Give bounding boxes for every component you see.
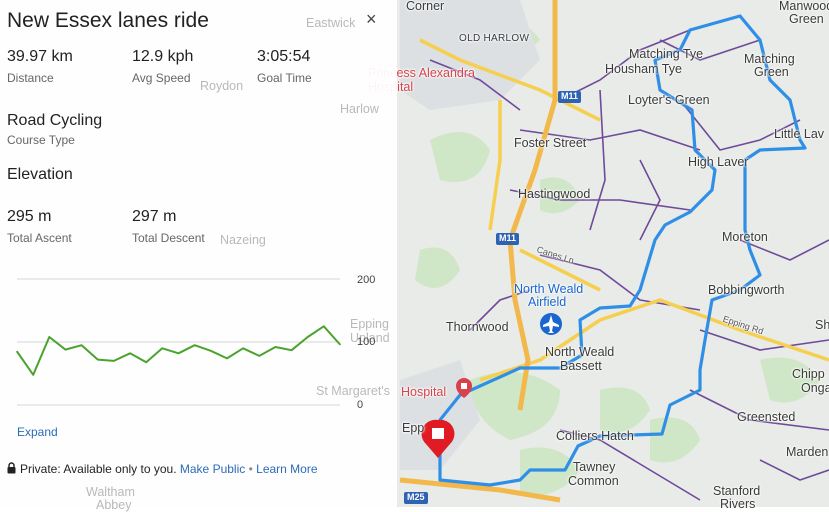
course-type: Road Cycling Course Type xyxy=(7,112,102,147)
stat-label: Goal Time xyxy=(257,71,312,85)
elevation-point xyxy=(226,357,228,360)
map-place-label: Roydon xyxy=(200,79,244,93)
map-place-label: North Weald xyxy=(514,282,584,296)
elevation-heading: Elevation xyxy=(7,166,73,183)
elevation-point xyxy=(306,336,309,338)
map-place-label: Epp xyxy=(402,421,425,435)
map-place-label: Abbey xyxy=(96,498,132,512)
elevation-point xyxy=(145,361,147,363)
stat-label: Total Descent xyxy=(132,231,205,245)
course-type-value: Road Cycling xyxy=(7,112,103,129)
elevation-point xyxy=(80,344,83,346)
map-place-label: Marden xyxy=(786,445,829,459)
elevation-point xyxy=(161,347,164,350)
map-place-label: Matching Tye xyxy=(629,47,704,61)
map-place-label: Waltham xyxy=(86,485,135,499)
elevation-point xyxy=(323,325,325,328)
elevation-point xyxy=(193,344,196,346)
map-place-label: Airfield xyxy=(528,295,567,309)
map-place-label: Common xyxy=(568,474,619,488)
map-place-label: Colliers Hatch xyxy=(556,429,634,443)
stat-avg-speed: 12.9 kph Avg Speed xyxy=(132,48,193,85)
privacy-text: Private: Available only to you. xyxy=(20,462,177,476)
stat-total-descent: 297 m Total Descent xyxy=(132,208,205,245)
elevation-point xyxy=(242,347,244,350)
map-place-label: Moreton xyxy=(722,230,768,244)
close-icon[interactable]: × xyxy=(366,9,377,30)
map-place-label: Harlow xyxy=(340,102,379,116)
map-place-label: Loyter's Green xyxy=(628,93,710,107)
stat-value: 295 m xyxy=(7,208,52,225)
map-place-label: Rivers xyxy=(720,497,756,511)
elevation-point xyxy=(290,349,293,351)
map-place-label: Bassett xyxy=(560,359,602,373)
stat-distance: 39.97 km Distance xyxy=(7,48,73,85)
stat-label: Distance xyxy=(7,71,54,85)
elevation-point xyxy=(113,360,115,362)
stat-label: Total Ascent xyxy=(7,231,72,245)
elevation-point xyxy=(97,358,99,361)
road-shield: M11 xyxy=(558,91,582,103)
map-place-label: Onga xyxy=(801,381,829,395)
map-place-label: OLD HARLOW xyxy=(459,33,530,44)
map-place-label: Green xyxy=(789,12,824,26)
route-details-panel: Eastwick Roydon Harlow Nazeing Epping Up… xyxy=(0,0,397,511)
y-tick-label: 200 xyxy=(357,274,376,286)
stat-value: 297 m xyxy=(132,208,177,225)
map-place-label: Chipp xyxy=(792,367,825,381)
map-place-label: Shel xyxy=(815,318,829,332)
map-place-label: Manwood xyxy=(779,0,829,13)
stat-value: 12.9 kph xyxy=(132,48,194,65)
map-place-label: High Laver xyxy=(688,155,749,169)
separator: • xyxy=(248,462,253,476)
map-place-label: Green xyxy=(754,65,789,79)
map-place-label: Tawney xyxy=(573,460,616,474)
elevation-point xyxy=(177,352,180,355)
map-place-label: Nazeing xyxy=(220,233,266,247)
map-place-label: Corner xyxy=(406,0,445,13)
learn-more-link[interactable]: Learn More xyxy=(256,462,317,476)
map-place-label: Matching xyxy=(744,52,795,66)
route-title: New Essex lanes ride xyxy=(7,9,209,32)
y-tick-label: 100 xyxy=(357,336,376,348)
stat-value: 3:05:54 xyxy=(257,48,311,65)
map-place-label: Eastwick xyxy=(306,16,356,30)
y-tick-label: 0 xyxy=(357,399,364,411)
map-place-label: Bobbingworth xyxy=(708,283,785,297)
course-type-label: Course Type xyxy=(7,133,75,147)
map-place-label: Little Lav xyxy=(774,127,825,141)
expand-link[interactable]: Expand xyxy=(17,425,58,439)
map-place-label: Thornwood xyxy=(446,320,509,334)
road-shield: M11 xyxy=(496,233,520,245)
elevation-point xyxy=(129,352,131,355)
elevation-point xyxy=(48,336,51,338)
elevation-point xyxy=(64,348,67,351)
stat-value: 39.97 km xyxy=(7,48,73,65)
map-place-label: North Weald xyxy=(545,345,615,359)
map-place-label: Hastingwood xyxy=(518,187,591,201)
stat-goal-time: 3:05:54 Goal Time xyxy=(257,48,312,85)
make-public-link[interactable]: Make Public xyxy=(180,462,245,476)
elevation-point xyxy=(258,355,261,357)
stat-total-ascent: 295 m Total Ascent xyxy=(7,208,72,245)
airport-icon xyxy=(540,313,562,335)
map-place-label: Stanford xyxy=(713,484,761,498)
elevation-chart[interactable] xyxy=(0,265,397,415)
map-place-label: Housham Tye xyxy=(605,62,682,76)
elevation-point xyxy=(16,350,18,353)
elevation-point xyxy=(32,374,34,376)
map-place-label: Foster Street xyxy=(514,136,587,150)
road-shield: M25 xyxy=(404,492,428,504)
privacy-notice: Private: Available only to you. Make Pub… xyxy=(7,462,318,476)
elevation-point xyxy=(339,343,341,346)
map-place-label: Greensted xyxy=(737,410,796,424)
stat-label: Avg Speed xyxy=(132,71,191,85)
lock-icon xyxy=(7,462,16,474)
elevation-point xyxy=(274,346,277,348)
elevation-point xyxy=(210,350,212,352)
map-place-label: Hospital xyxy=(401,385,447,399)
